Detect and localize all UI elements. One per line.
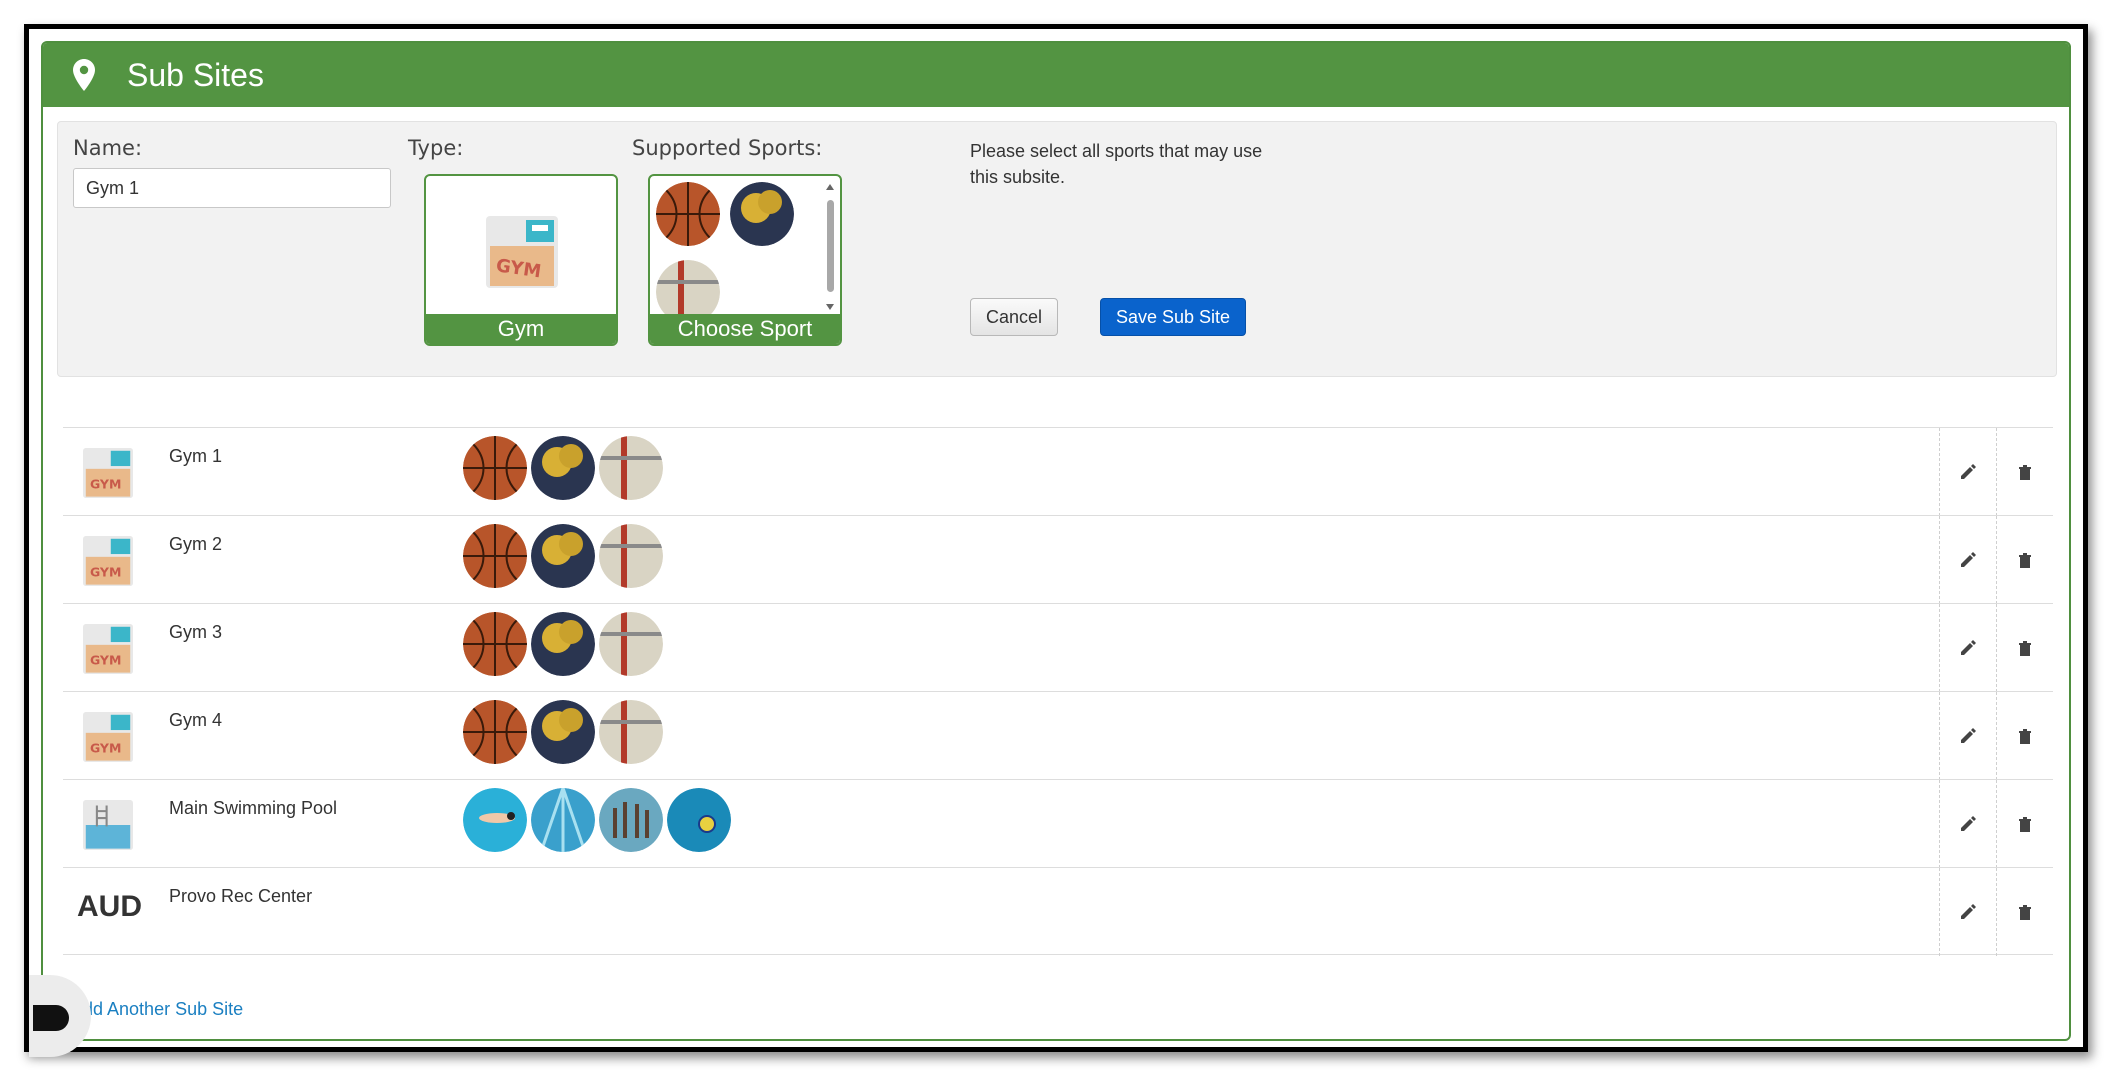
table-row: GYM Gym 3 [63, 603, 2053, 692]
volleyball-icon [599, 436, 663, 500]
gym-icon: GYM [83, 624, 133, 674]
aud-icon: AUD [77, 890, 142, 923]
svg-text:GYM: GYM [90, 564, 121, 579]
table-row: GYM Gym 1 [63, 427, 2053, 516]
sub-site-form: Name: Type: GYM Gym Supported Sports: [57, 121, 2057, 377]
name-label: Name: [73, 136, 143, 160]
table-row: AUD Provo Rec Center [63, 867, 2053, 956]
choose-sport-label[interactable]: Choose Sport [650, 314, 840, 344]
trash-icon [2019, 817, 2031, 832]
trash-icon [2019, 465, 2031, 480]
type-label: Type: [408, 136, 464, 160]
sub-site-name: Main Swimming Pool [169, 798, 338, 818]
delete-button[interactable] [1996, 780, 2053, 868]
type-selected-label: Gym [426, 314, 616, 344]
basketball-icon [463, 612, 527, 676]
row-actions [1939, 780, 2053, 868]
pencil-icon [1961, 552, 1976, 567]
edit-button[interactable] [1939, 868, 1996, 956]
pickleball-icon [531, 436, 595, 500]
sub-site-name: Gym 3 [169, 622, 223, 642]
pencil-icon [1961, 640, 1976, 655]
edit-button[interactable] [1939, 780, 1996, 868]
row-actions [1939, 604, 2053, 692]
trash-icon [2019, 905, 2031, 920]
volleyball-icon [599, 524, 663, 588]
volleyball-icon [599, 612, 663, 676]
sports-scrollbar[interactable] [824, 182, 836, 312]
trash-icon [2019, 553, 2031, 568]
table-row: GYM Gym 2 [63, 515, 2053, 604]
synchronized-swimming-icon [599, 788, 663, 852]
save-sub-site-button[interactable]: Save Sub Site [1100, 298, 1246, 336]
gym-icon: GYM [486, 216, 558, 288]
sub-site-name: Gym 2 [169, 534, 223, 554]
sub-site-list: GYM Gym 1 GYM Gym 2 GYM Gym 3 GYM Gym 4 … [63, 427, 2053, 956]
edit-button[interactable] [1939, 516, 1996, 604]
edit-button[interactable] [1939, 428, 1996, 516]
table-row: Main Swimming Pool [63, 779, 2053, 868]
volleyball-icon [599, 700, 663, 764]
svg-text:GYM: GYM [90, 740, 121, 755]
sub-site-sports [463, 788, 731, 852]
map-pin-icon [73, 59, 95, 91]
water-polo-icon [667, 788, 731, 852]
svg-text:GYM: GYM [90, 652, 121, 667]
pencil-icon [1961, 728, 1976, 743]
pickleball-icon [531, 612, 595, 676]
delete-button[interactable] [1996, 868, 2053, 956]
edit-button[interactable] [1939, 604, 1996, 692]
trash-icon [2019, 729, 2031, 744]
widget-logo-icon [33, 1005, 69, 1031]
svg-text:GYM: GYM [90, 476, 121, 491]
row-actions [1939, 516, 2053, 604]
app-window: Sub Sites Name: Type: GYM Gym Supported … [24, 24, 2088, 1057]
pickleball-icon [531, 700, 595, 764]
delete-button[interactable] [1996, 692, 2053, 780]
pickleball-icon[interactable] [730, 182, 794, 246]
sub-site-sports [463, 524, 663, 588]
row-actions [1939, 692, 2053, 780]
type-picker[interactable]: GYM Gym [424, 174, 618, 346]
row-actions [1939, 868, 2053, 956]
sub-site-sports [463, 436, 663, 500]
scroll-thumb[interactable] [827, 200, 834, 292]
pool-icon [83, 800, 133, 850]
basketball-icon [463, 436, 527, 500]
add-sub-site-link[interactable]: dd Another Sub Site [83, 999, 243, 1020]
sub-sites-panel: Sub Sites Name: Type: GYM Gym Supported … [41, 41, 2071, 1041]
cancel-button[interactable]: Cancel [970, 298, 1058, 336]
name-input[interactable] [73, 168, 391, 208]
sub-site-name: Gym 1 [169, 446, 223, 466]
sub-site-sports [463, 700, 663, 764]
panel-header: Sub Sites [43, 43, 2069, 107]
delete-button[interactable] [1996, 428, 2053, 516]
basketball-icon [463, 524, 527, 588]
lap-lanes-icon [531, 788, 595, 852]
gym-icon: GYM [83, 448, 133, 498]
sports-help-text: Please select all sports that may use th… [970, 141, 1263, 187]
sub-site-name: Provo Rec Center [169, 886, 313, 906]
pencil-icon [1961, 904, 1976, 919]
row-actions [1939, 428, 2053, 516]
delete-button[interactable] [1996, 604, 2053, 692]
sports-picker[interactable]: Choose Sport [648, 174, 842, 346]
supported-sports-label: Supported Sports: [632, 136, 823, 160]
table-row: GYM Gym 4 [63, 691, 2053, 780]
pencil-icon [1961, 464, 1976, 479]
gym-icon: GYM [83, 536, 133, 586]
basketball-icon[interactable] [656, 182, 720, 246]
panel-title: Sub Sites [127, 56, 264, 93]
pencil-icon [1961, 816, 1976, 831]
delete-button[interactable] [1996, 516, 2053, 604]
gym-icon: GYM [83, 712, 133, 762]
basketball-icon [463, 700, 527, 764]
sub-site-name: Gym 4 [169, 710, 223, 730]
swimming-icon [463, 788, 527, 852]
edit-button[interactable] [1939, 692, 1996, 780]
trash-icon [2019, 641, 2031, 656]
pickleball-icon [531, 524, 595, 588]
sub-site-sports [463, 612, 663, 676]
